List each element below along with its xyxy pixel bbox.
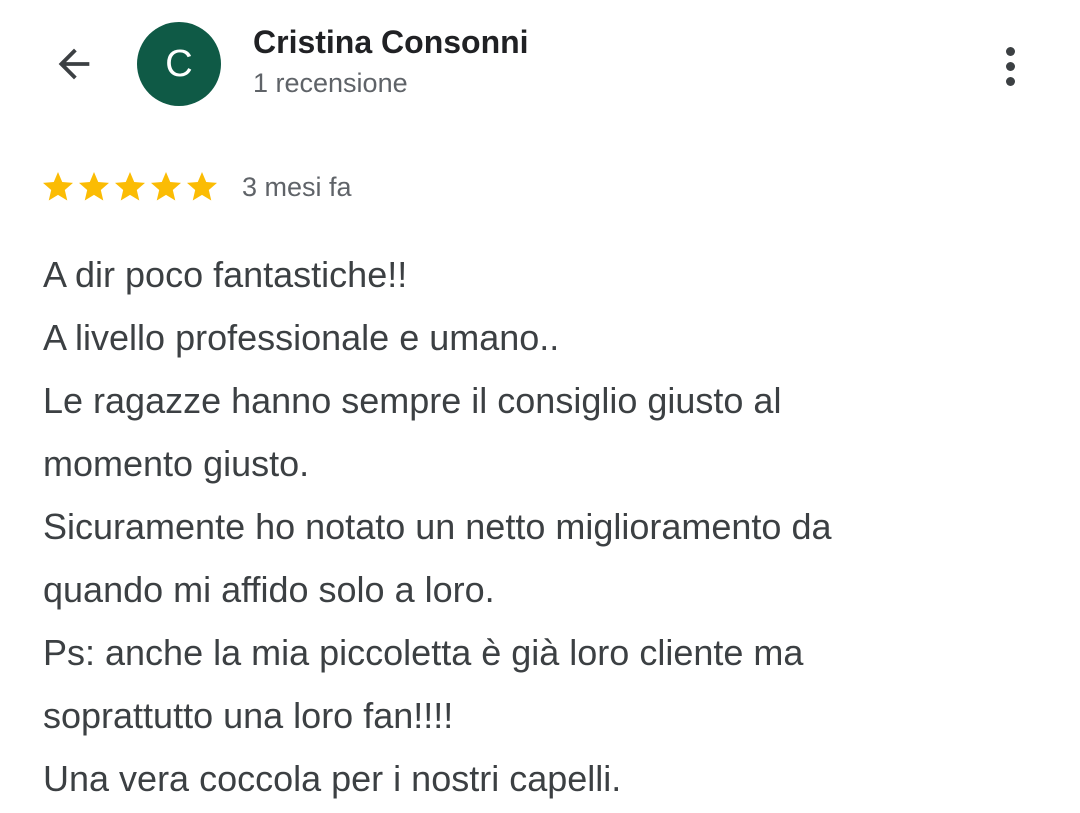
rating-row: 3 mesi fa: [40, 168, 352, 206]
back-button[interactable]: [46, 36, 102, 92]
star-icon: [187, 172, 217, 201]
review-line: A dir poco fantastiche!!: [43, 254, 408, 295]
star-icon: [79, 172, 109, 201]
star-icon: [151, 172, 181, 201]
star-icon: [115, 172, 145, 201]
review-line: momento giusto.: [43, 443, 310, 484]
avatar-letter: C: [165, 42, 193, 85]
review-line: soprattutto una loro fan!!!!: [43, 695, 454, 736]
avatar[interactable]: C: [137, 22, 221, 106]
review-line: Sicuramente ho notato un netto miglioram…: [43, 506, 832, 547]
star-icon: [43, 172, 73, 201]
review-count: 1 recensione: [253, 68, 408, 98]
arrow-back-icon: [58, 48, 90, 80]
review-line: Ps: anche la mia piccoletta è già loro c…: [43, 632, 804, 673]
review-time: 3 mesi fa: [242, 171, 352, 202]
review-line: A livello professionale e umano..: [43, 317, 560, 358]
review-header: C Cristina Consonni 1 recensione: [0, 0, 1080, 130]
review-line: quando mi affido solo a loro.: [43, 569, 495, 610]
review-line: Le ragazze hanno sempre il consiglio giu…: [43, 380, 782, 421]
review-line: Una vera coccola per i nostri capelli.: [43, 758, 622, 799]
reviewer-name[interactable]: Cristina Consonni: [253, 24, 529, 61]
more-options-button[interactable]: [985, 38, 1035, 94]
review-text: A dir poco fantastiche!! A livello profes…: [43, 243, 1043, 810]
more-vert-icon: [1005, 44, 1015, 89]
star-rating: [40, 169, 220, 205]
